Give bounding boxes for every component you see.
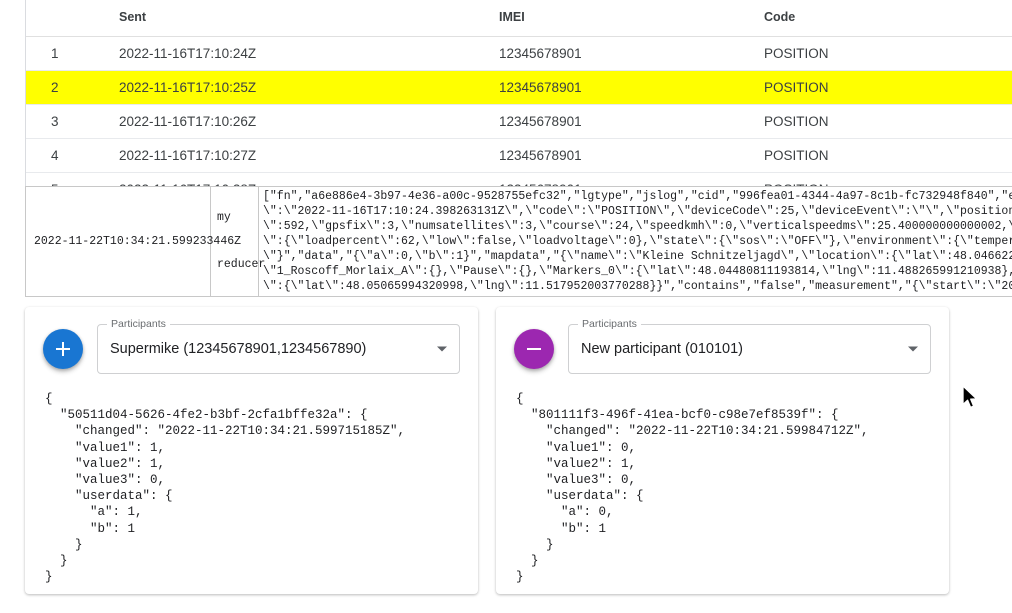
column-header-imei[interactable]: IMEI <box>499 0 764 37</box>
minus-icon <box>525 340 543 358</box>
participants-label: Participants <box>107 318 170 330</box>
cell-imei: 12345678901 <box>499 36 764 71</box>
cell-sent: 2022-11-16T17:10:24Z <box>119 36 499 71</box>
column-header-sent[interactable]: Sent <box>119 0 499 37</box>
raw-record-timestamp: 2022-11-22T10:34:21.599233446Z <box>26 187 241 296</box>
cell-sent: 2022-11-16T17:10:27Z <box>119 138 499 173</box>
table-row[interactable]: 4 2022-11-16T17:10:27Z 12345678901 POSITION <box>26 138 1012 173</box>
cell-sent: 2022-11-16T17:10:26Z <box>119 104 499 139</box>
raw-payload-line: \":{\"loadpercent\":62,\"low\":false,\"l… <box>263 235 1012 248</box>
raw-payload-line: \":592,\"gpsfix\":3,\"numsatellites\":3,… <box>263 220 1012 233</box>
participant-json: { "801111f3-496f-41ea-bcf0-c98e7ef8539f"… <box>516 392 869 585</box>
card-header: Participants Supermike (12345678901,12345… <box>37 318 466 379</box>
raw-record-block: 2022-11-22T10:34:21.599233446Z my reduce… <box>25 186 1012 297</box>
raw-payload-line: \":{\"lat\":48.05065994320998,\"lng\":11… <box>263 280 1012 293</box>
raw-payload-line: \"}","data","{\"a\":0,\"b\":1}","mapdata… <box>263 250 1012 263</box>
raw-payload-line: ["fn","a6e886e4-3b97-4e36-a00c-9528755ef… <box>263 190 1012 203</box>
raw-payload-line: \"1_Roscoff_Morlaix_A\":{},\"Pause\":{},… <box>263 265 1012 278</box>
cell-code: POSITION <box>764 104 1012 139</box>
cell-code: POSITION <box>764 138 1012 173</box>
participant-card: Participants New participant (010101) { "8… <box>496 307 949 594</box>
table-body: 1 2022-11-16T17:10:24Z 12345678901 POSITION… <box>26 36 1012 207</box>
cell-imei: 12345678901 <box>499 70 764 105</box>
chevron-down-icon[interactable] <box>908 346 918 352</box>
column-header-index[interactable] <box>26 0 119 37</box>
participant-cards: Participants Supermike (12345678901,12345… <box>25 307 987 594</box>
cell-imei: 12345678901 <box>499 138 764 173</box>
participants-label: Participants <box>578 318 641 330</box>
cell-sent: 2022-11-16T17:10:25Z <box>119 70 499 105</box>
participants-selected-value: Supermike (12345678901,1234567890) <box>110 341 367 357</box>
participants-select[interactable]: Participants Supermike (12345678901,12345… <box>97 318 460 374</box>
cell-index: 2 <box>26 70 119 105</box>
raw-record-payload: ["fn","a6e886e4-3b97-4e36-a00c-9528755ef… <box>259 187 1012 296</box>
card-header: Participants New participant (010101) <box>508 318 937 379</box>
raw-payload-line: \":\"2022-11-16T17:10:24.398263131Z\",\"… <box>263 205 1012 218</box>
chevron-down-icon[interactable] <box>437 346 447 352</box>
cell-index: 3 <box>26 104 119 139</box>
cell-code: POSITION <box>764 70 1012 105</box>
participant-json: { "50511d04-5626-4fe2-b3bf-2cfa1bffe32a"… <box>45 392 406 585</box>
cell-index: 4 <box>26 138 119 173</box>
cell-index: 1 <box>26 36 119 71</box>
messages-table: Sent IMEI Code 1 2022-11-16T17:10:24Z 1234… <box>26 0 1012 207</box>
column-header-code[interactable]: Code <box>764 0 1012 37</box>
table-row[interactable]: 3 2022-11-16T17:10:26Z 12345678901 POSITION <box>26 104 1012 139</box>
minus-fab-button[interactable] <box>514 329 554 369</box>
participants-selected-value: New participant (010101) <box>581 341 744 357</box>
cell-code: POSITION <box>764 36 1012 71</box>
raw-record-reducer: my reducer <box>211 187 265 296</box>
plus-icon <box>54 340 72 358</box>
table-row-selected[interactable]: 2 2022-11-16T17:10:25Z 12345678901 POSITION <box>26 70 1012 105</box>
app-root: Sent IMEI Code 1 2022-11-16T17:10:24Z 1234… <box>0 0 1012 613</box>
participant-card: Participants Supermike (12345678901,12345… <box>25 307 478 594</box>
table-header: Sent IMEI Code <box>26 0 1012 37</box>
plus-fab-button[interactable] <box>43 329 83 369</box>
cell-imei: 12345678901 <box>499 104 764 139</box>
table-row[interactable]: 1 2022-11-16T17:10:24Z 12345678901 POSITION <box>26 36 1012 71</box>
messages-table-container: Sent IMEI Code 1 2022-11-16T17:10:24Z 1234… <box>25 0 1012 208</box>
table-header-row: Sent IMEI Code <box>26 0 1012 37</box>
participants-select[interactable]: Participants New participant (010101) <box>568 318 931 374</box>
